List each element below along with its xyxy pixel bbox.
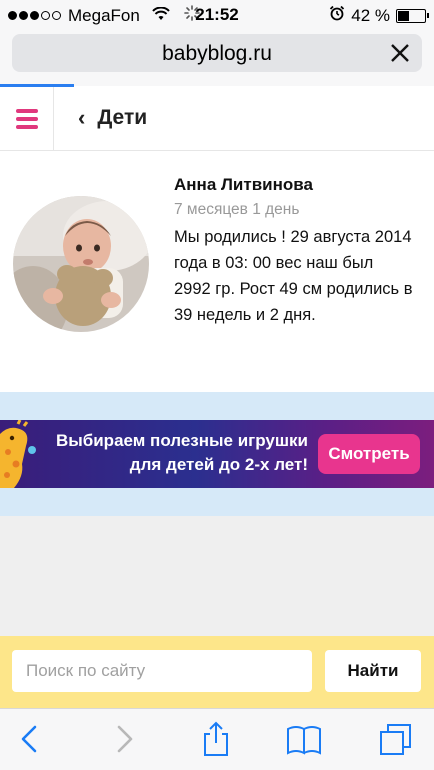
status-right: 42 % <box>329 5 429 26</box>
site-header: ‹ Дети <box>0 87 434 151</box>
profile-bio: Мы родились ! 29 августа 2014 года в 03:… <box>174 228 413 324</box>
battery-percent: 42 % <box>351 5 390 25</box>
safari-toolbar <box>0 708 434 770</box>
baby-photo <box>13 196 149 332</box>
stop-loading-button[interactable] <box>386 39 414 67</box>
tabs-button[interactable] <box>378 721 414 757</box>
ad-view-button[interactable]: Смотреть <box>318 434 420 474</box>
browser-chrome: MegaFon 21:52 42 % babyblog.ru <box>0 0 434 87</box>
tabs-icon <box>380 724 411 755</box>
status-bar: MegaFon 21:52 42 % <box>0 0 434 30</box>
back-to-children-link[interactable]: ‹ Дети <box>78 105 147 131</box>
battery-icon <box>396 8 429 23</box>
bookmarks-button[interactable] <box>286 721 322 757</box>
ad-text: Выбираем полезные игрушки для детей до 2… <box>36 429 308 477</box>
close-icon <box>391 44 409 62</box>
avatar[interactable] <box>13 196 149 332</box>
url-text[interactable]: babyblog.ru <box>12 42 422 66</box>
chevron-left-icon: ‹ <box>78 105 86 130</box>
profile-text: Анна Литвинова 7 месяцев 1 день Мы родил… <box>174 174 414 328</box>
share-icon <box>204 721 228 756</box>
back-button[interactable] <box>12 721 48 757</box>
ad-section: Выбираем полезные игрушки для детей до 2… <box>0 392 434 516</box>
site-search-bar: Найти <box>0 636 434 708</box>
alarm-icon <box>329 5 345 26</box>
hamburger-icon <box>15 105 38 133</box>
share-button[interactable] <box>198 721 234 757</box>
giraffe-toy-icon <box>0 419 36 488</box>
back-icon <box>21 725 37 753</box>
search-input[interactable] <box>12 650 312 692</box>
empty-content-area <box>0 516 434 636</box>
ad-line-1: Выбираем полезные игрушки <box>55 431 308 450</box>
forward-icon <box>117 725 133 753</box>
bookmarks-icon <box>287 726 321 755</box>
profile-name[interactable]: Анна Литвинова <box>174 174 414 196</box>
search-button[interactable]: Найти <box>325 650 421 692</box>
menu-button[interactable] <box>0 87 54 150</box>
child-profile: Анна Литвинова 7 месяцев 1 день Мы родил… <box>0 152 434 392</box>
forward-button[interactable] <box>106 721 142 757</box>
ad-banner[interactable]: Выбираем полезные игрушки для детей до 2… <box>0 419 434 488</box>
profile-age: 7 месяцев 1 день <box>174 201 300 218</box>
ad-line-2: для детей до 2-х лет! <box>129 455 308 474</box>
address-bar[interactable]: babyblog.ru <box>12 34 422 72</box>
section-title: Дети <box>97 106 148 129</box>
